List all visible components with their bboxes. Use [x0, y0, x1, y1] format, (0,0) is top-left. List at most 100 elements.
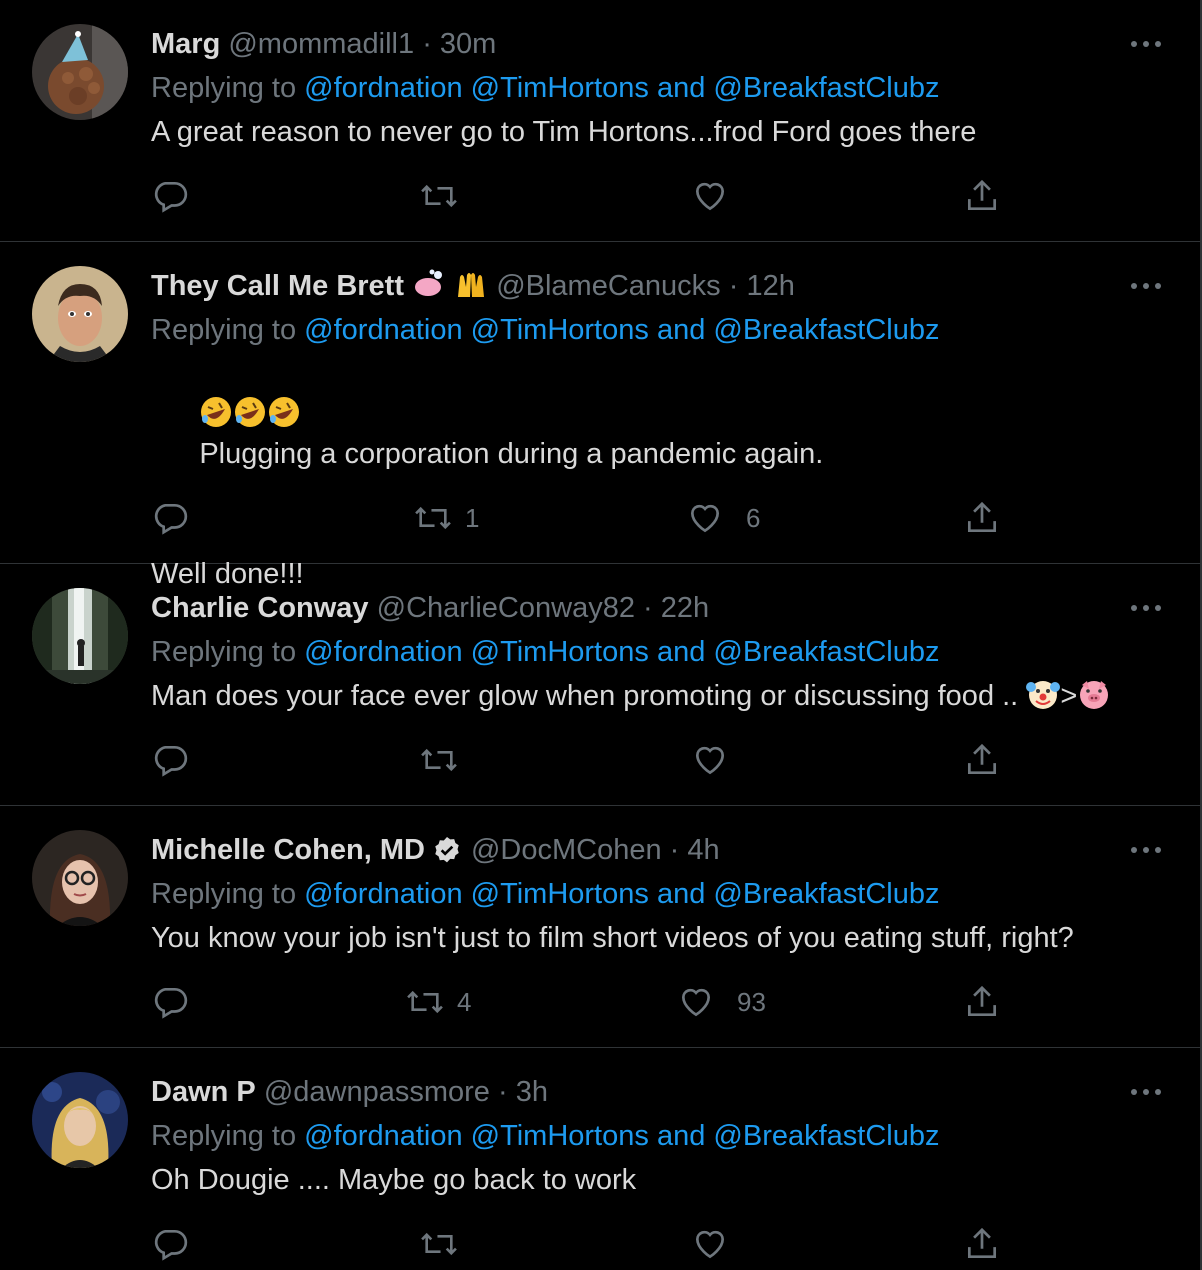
mention-link[interactable]: @BreakfastClubz: [713, 1120, 939, 1152]
display-name[interactable]: Dawn P: [151, 1076, 256, 1108]
retweet-button[interactable]: [419, 176, 471, 216]
mention-link[interactable]: @fordnation: [304, 1120, 462, 1152]
avatar[interactable]: [32, 588, 128, 684]
tweet-text: You know your job isn't just to film sho…: [151, 922, 1074, 954]
mention-link[interactable]: @fordnation: [304, 314, 462, 346]
user-handle[interactable]: @mommadill1: [228, 28, 414, 60]
share-button[interactable]: [963, 498, 1001, 538]
reply-button[interactable]: [151, 982, 189, 1022]
tweet-reply[interactable]: Dawn P @dawnpassmore · 3h Replying to @f…: [0, 1048, 1200, 1270]
like-count: 93: [737, 986, 766, 1017]
soap-emoji-icon: [415, 269, 443, 297]
heart-icon: [695, 1230, 725, 1259]
reply-icon: [154, 181, 188, 213]
reply-button[interactable]: [151, 176, 189, 216]
tweet-actions: 4 93: [151, 982, 1011, 1022]
separator: ·: [669, 834, 680, 866]
replying-to-label: Replying to: [151, 1120, 297, 1152]
mention-link[interactable]: @BreakfastClubz: [713, 878, 939, 910]
share-icon: [967, 743, 997, 775]
share-button[interactable]: [963, 982, 1001, 1022]
replying-to-label: Replying to: [151, 878, 297, 910]
share-icon: [967, 1227, 997, 1259]
retweet-icon: [407, 990, 443, 1014]
tweet-reply[interactable]: Charlie Conway @CharlieConway82 · 22h Re…: [0, 564, 1200, 806]
mention-link[interactable]: @TimHortons: [471, 878, 649, 910]
reply-icon: [154, 987, 188, 1019]
more-options-icon[interactable]: [1126, 596, 1166, 620]
avatar[interactable]: [32, 24, 128, 120]
like-button[interactable]: [691, 1224, 741, 1264]
mention-and[interactable]: and: [657, 1120, 705, 1152]
display-name[interactable]: Michelle Cohen, MD: [151, 834, 425, 866]
mention-link[interactable]: @TimHortons: [471, 314, 649, 346]
tweet-reply[interactable]: They Call Me Brett @BlameCanucks · 12h R…: [0, 242, 1200, 590]
tweet-reply[interactable]: Michelle Cohen, MD @DocMCohen · 4h Reply…: [0, 806, 1200, 1048]
mention-and[interactable]: and: [657, 314, 705, 346]
replying-to-label: Replying to: [151, 636, 297, 668]
replying-to: Replying to @fordnation @TimHortons and …: [151, 308, 1160, 352]
mention-link[interactable]: @TimHortons: [471, 1120, 649, 1152]
user-handle[interactable]: @DocMCohen: [471, 834, 662, 866]
raised-hands-emoji-icon: [458, 273, 485, 298]
timestamp[interactable]: 3h: [516, 1076, 548, 1108]
forest-waterfall-avatar-icon: [32, 588, 128, 684]
avatar[interactable]: [32, 830, 128, 926]
mention-link[interactable]: @TimHortons: [471, 636, 649, 668]
like-button[interactable]: [691, 740, 741, 780]
timestamp[interactable]: 22h: [661, 592, 709, 624]
more-options-icon[interactable]: [1126, 838, 1166, 862]
share-button[interactable]: [963, 1224, 1001, 1264]
tweet-reply[interactable]: Marg @mommadill1 · 30m Replying to @ford…: [0, 0, 1200, 242]
share-icon: [967, 179, 997, 211]
tweet-text: Plugging a corporation during a pandemic…: [151, 354, 1160, 514]
retweet-button[interactable]: 1: [413, 498, 479, 538]
reply-button[interactable]: [151, 498, 189, 538]
like-button[interactable]: 6: [686, 498, 760, 538]
like-button[interactable]: 93: [677, 982, 766, 1022]
reply-button[interactable]: [151, 740, 189, 780]
replying-to-label: Replying to: [151, 72, 297, 104]
reply-button[interactable]: [151, 1224, 189, 1264]
mention-link[interactable]: @fordnation: [304, 636, 462, 668]
user-handle[interactable]: @dawnpassmore: [264, 1076, 490, 1108]
mention-link[interactable]: @fordnation: [304, 72, 462, 104]
avatar[interactable]: [32, 1072, 128, 1168]
tweet-text-line: Man does your face ever glow when promot…: [151, 680, 1019, 712]
retweet-icon: [421, 1232, 457, 1256]
display-name[interactable]: Charlie Conway: [151, 592, 369, 624]
user-handle[interactable]: @BlameCanucks: [496, 270, 720, 302]
retweet-button[interactable]: 4: [405, 982, 471, 1022]
more-options-icon[interactable]: [1126, 32, 1166, 56]
timestamp[interactable]: 30m: [440, 28, 496, 60]
retweet-button[interactable]: [419, 1224, 471, 1264]
more-options-icon[interactable]: [1126, 1080, 1166, 1104]
retweet-button[interactable]: [419, 740, 471, 780]
tweet-actions: 1 6: [151, 498, 1011, 538]
mention-link[interactable]: @BreakfastClubz: [713, 636, 939, 668]
share-button[interactable]: [963, 740, 1001, 780]
share-button[interactable]: [963, 176, 1001, 216]
rolling-on-floor-laughing-emoji-icon: [235, 397, 266, 428]
timestamp[interactable]: 4h: [687, 834, 719, 866]
timestamp[interactable]: 12h: [746, 270, 794, 302]
mention-link[interactable]: @fordnation: [304, 878, 462, 910]
more-options-icon[interactable]: [1126, 274, 1166, 298]
mention-link[interactable]: @BreakfastClubz: [713, 314, 939, 346]
retweet-count: 4: [457, 986, 472, 1017]
like-button[interactable]: [691, 176, 741, 216]
tweet-actions: [151, 740, 1011, 780]
mention-link[interactable]: @TimHortons: [471, 72, 649, 104]
avatar[interactable]: [32, 266, 128, 362]
tweet-text: A great reason to never go to Tim Horton…: [151, 116, 977, 148]
tweet-actions: [151, 1224, 1011, 1264]
separator: ·: [643, 592, 653, 624]
woman-with-glasses-avatar-icon: [32, 830, 128, 926]
user-handle[interactable]: @CharlieConway82: [377, 592, 635, 624]
mention-and[interactable]: and: [657, 72, 705, 104]
display-name[interactable]: Marg: [151, 28, 220, 60]
mention-link[interactable]: @BreakfastClubz: [713, 72, 939, 104]
mention-and[interactable]: and: [657, 878, 705, 910]
display-name[interactable]: They Call Me Brett: [151, 270, 404, 302]
mention-and[interactable]: and: [657, 636, 705, 668]
